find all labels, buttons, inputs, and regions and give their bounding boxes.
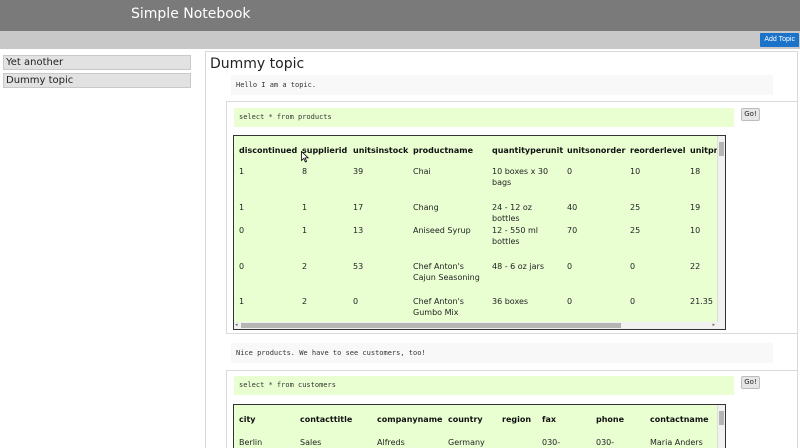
table-cell: 0 [567, 297, 573, 306]
app-header: Simple Notebook [0, 0, 800, 31]
table-cell: 1 [239, 167, 245, 176]
sidebar-item-label: Dummy topic [6, 75, 74, 86]
table-cell: 0 [239, 226, 245, 235]
column-header[interactable]: region [502, 415, 531, 424]
table-cell: 12 - 550 ml bottles [492, 226, 538, 246]
table-cell: 36 boxes [492, 297, 529, 306]
table-cell: 70 [567, 226, 578, 235]
table-cell: 17 [353, 203, 364, 212]
sidebar-item-yet-another[interactable]: Yet another [3, 55, 191, 70]
app-title: Simple Notebook [131, 6, 251, 22]
table-cell: Sales [300, 438, 322, 447]
table-cell: 2 [302, 297, 308, 306]
table-cell: Chef Anton's Gumbo Mix [413, 297, 464, 317]
sidebar-item-label: Yet another [6, 57, 64, 68]
topic-panel: Dummy topic Hello I am a topic. select *… [205, 51, 798, 448]
scrollbar-thumb[interactable] [719, 411, 724, 425]
table-cell: 10 boxes x 30 bags [492, 167, 549, 187]
table-cell: 1 [302, 226, 308, 235]
column-header[interactable]: city [239, 415, 256, 424]
table-cell: 8 [302, 167, 308, 176]
sidebar-item-dummy-topic[interactable]: Dummy topic [3, 73, 191, 88]
horizontal-scrollbar[interactable]: ◂ ▸ [234, 322, 725, 329]
table-cell: Chef Anton's Cajun Seasoning [413, 262, 480, 282]
table-cell: 39 [353, 167, 364, 176]
table-cell: 48 - 6 oz jars [492, 262, 545, 271]
table-cell: Alfreds [377, 438, 405, 447]
column-header[interactable]: contactname [650, 415, 709, 424]
column-header[interactable]: country [448, 415, 483, 424]
table-cell: 24 - 12 oz bottles [492, 203, 532, 223]
results-table: city contacttitle companyname country re… [233, 404, 726, 448]
column-header[interactable]: fax [542, 415, 556, 424]
table-cell: 22 [690, 262, 701, 271]
table-cell: 21.35 [690, 297, 713, 306]
note-cell[interactable]: Hello I am a topic. [231, 75, 773, 95]
query-cell: select * from customers Go! city contact… [226, 370, 797, 448]
table-cell: 2 [302, 262, 308, 271]
go-button[interactable]: Go! [741, 376, 760, 389]
table-cell: 0 [630, 297, 636, 306]
table-cell: Maria Anders [650, 438, 703, 447]
toolbar: Add Topic [0, 31, 800, 49]
table-cell: 1 [302, 203, 308, 212]
column-header[interactable]: quantityperunit [492, 146, 563, 155]
topic-title: Dummy topic [210, 56, 305, 72]
table-cell: Berlin [239, 438, 263, 447]
column-header[interactable]: reorderlevel [630, 146, 685, 155]
query-input[interactable]: select * from customers [234, 376, 734, 395]
table-cell: 13 [353, 226, 364, 235]
table-cell: 53 [353, 262, 364, 271]
column-header[interactable]: phone [596, 415, 624, 424]
sidebar: Yet another Dummy topic [0, 49, 195, 448]
go-button[interactable]: Go! [741, 108, 760, 121]
table-cell: 10 [630, 167, 641, 176]
table-cell: Chang [413, 203, 439, 212]
add-topic-button[interactable]: Add Topic [760, 33, 799, 47]
scrollbar-thumb[interactable] [719, 142, 724, 156]
table-cell: 0 [353, 297, 359, 306]
table-cell: 18 [690, 167, 701, 176]
table-cell: 0 [239, 262, 245, 271]
scrollbar-thumb[interactable] [241, 323, 621, 328]
vertical-scrollbar[interactable] [717, 405, 725, 448]
table-cell: 25 [630, 203, 641, 212]
table-cell: 0 [630, 262, 636, 271]
scroll-right-icon[interactable]: ▸ [712, 322, 715, 328]
query-input[interactable]: select * from products [234, 108, 734, 127]
table-cell: 1 [239, 297, 245, 306]
table-cell: 030- [596, 438, 615, 447]
table-cell: Aniseed Syrup [413, 226, 471, 235]
results-table: discontinued supplierid unitsinstock pro… [233, 135, 726, 330]
column-header[interactable]: contacttitle [300, 415, 352, 424]
table-cell: Chai [413, 167, 431, 176]
column-header[interactable]: discontinued [239, 146, 297, 155]
note-cell[interactable]: Nice products. We have to see customers,… [231, 343, 773, 363]
table-cell: 40 [567, 203, 578, 212]
column-header[interactable]: unitpri [690, 146, 720, 155]
table-cell: 0 [567, 262, 573, 271]
column-header[interactable]: unitsinstock [353, 146, 408, 155]
table-cell: 10 [690, 226, 701, 235]
column-header[interactable]: productname [413, 146, 473, 155]
query-cell: select * from products Go! discontinued … [226, 101, 797, 334]
table-cell: 1 [239, 203, 245, 212]
table-cell: Germany [448, 438, 485, 447]
vertical-scrollbar[interactable] [717, 136, 725, 322]
table-cell: 25 [630, 226, 641, 235]
table-cell: 0 [567, 167, 573, 176]
table-cell: 030- [542, 438, 561, 447]
mouse-cursor-icon [301, 151, 309, 163]
column-header[interactable]: unitsonorder [567, 146, 625, 155]
table-cell: 19 [690, 203, 701, 212]
column-header[interactable]: companyname [377, 415, 442, 424]
scroll-left-icon[interactable]: ◂ [235, 322, 238, 328]
